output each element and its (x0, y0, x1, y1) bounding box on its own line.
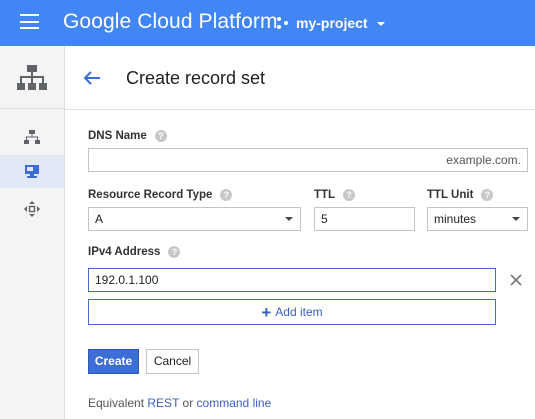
nav-product-header (0, 46, 64, 109)
project-selector[interactable]: my-project (277, 13, 385, 33)
close-icon[interactable] (508, 272, 524, 288)
dns-name-input[interactable]: example.com. (88, 148, 528, 172)
network-services-icon (17, 65, 47, 90)
dns-name-label: DNS Name ? (88, 130, 167, 142)
ttl-unit-label: TTL Unit ? (427, 189, 494, 201)
help-circle-icon[interactable]: ? (481, 189, 494, 201)
help-circle-icon[interactable]: ? (343, 189, 356, 201)
help-circle-icon[interactable]: ? (220, 189, 233, 201)
chevron-down-icon (512, 217, 520, 221)
top-app-bar: Google Cloud Platform my-project (0, 0, 535, 46)
dns-name-suffix: example.com. (446, 153, 521, 167)
ttl-unit-select[interactable]: minutes (427, 207, 528, 231)
help-circle-icon[interactable]: ? (168, 246, 181, 258)
ipv4-address-input[interactable]: 192.0.1.100 (88, 268, 496, 292)
ttl-label: TTL ? (314, 189, 356, 201)
create-button[interactable]: Create (88, 349, 139, 374)
nav-item-routing[interactable] (0, 192, 64, 225)
nav-item-zones[interactable] (0, 121, 64, 154)
ipv4-label-text: IPv4 Address (88, 246, 161, 258)
cancel-button[interactable]: Cancel (146, 349, 199, 374)
add-item-label: Add item (275, 305, 323, 319)
left-nav (0, 46, 65, 419)
ipv4-value: 192.0.1.100 (95, 273, 159, 287)
plus-icon: + (261, 302, 272, 322)
ttl-unit-label-text: TTL Unit (427, 189, 474, 201)
ipv4-label: IPv4 Address ? (88, 246, 181, 258)
monitor-icon (25, 165, 39, 178)
chevron-down-icon (285, 217, 293, 221)
record-type-label: Resource Record Type ? (88, 189, 233, 201)
equivalent-prefix: Equivalent (88, 396, 145, 410)
record-type-select[interactable]: A (88, 207, 301, 231)
brand-title: Google Cloud Platform (63, 10, 278, 33)
ttl-input[interactable]: 5 (314, 207, 415, 231)
equivalent-or: or (182, 396, 194, 410)
hamburger-menu-icon[interactable] (20, 14, 42, 32)
help-circle-icon[interactable]: ? (154, 130, 167, 142)
rest-link[interactable]: REST (147, 396, 179, 410)
chevron-down-icon (376, 22, 385, 26)
record-type-value: A (95, 212, 104, 226)
project-hierarchy-icon (277, 16, 290, 30)
hierarchy-icon (24, 130, 40, 144)
dns-name-label-text: DNS Name (88, 130, 147, 142)
ttl-label-text: TTL (314, 189, 336, 201)
ttl-unit-value: minutes (434, 212, 477, 226)
arrows-move-icon (24, 201, 40, 217)
page-header: Create record set (65, 46, 535, 110)
arrow-back-icon[interactable] (83, 70, 101, 86)
project-name: my-project (296, 15, 368, 31)
add-item-button[interactable]: + Add item (88, 299, 496, 325)
nav-item-dns[interactable] (0, 155, 64, 188)
page-title: Create record set (126, 68, 266, 88)
ttl-value: 5 (321, 212, 328, 226)
record-type-label-text: Resource Record Type (88, 189, 213, 201)
equivalent-links: Equivalent REST or command line (88, 396, 271, 410)
command-line-link[interactable]: command line (197, 396, 272, 410)
